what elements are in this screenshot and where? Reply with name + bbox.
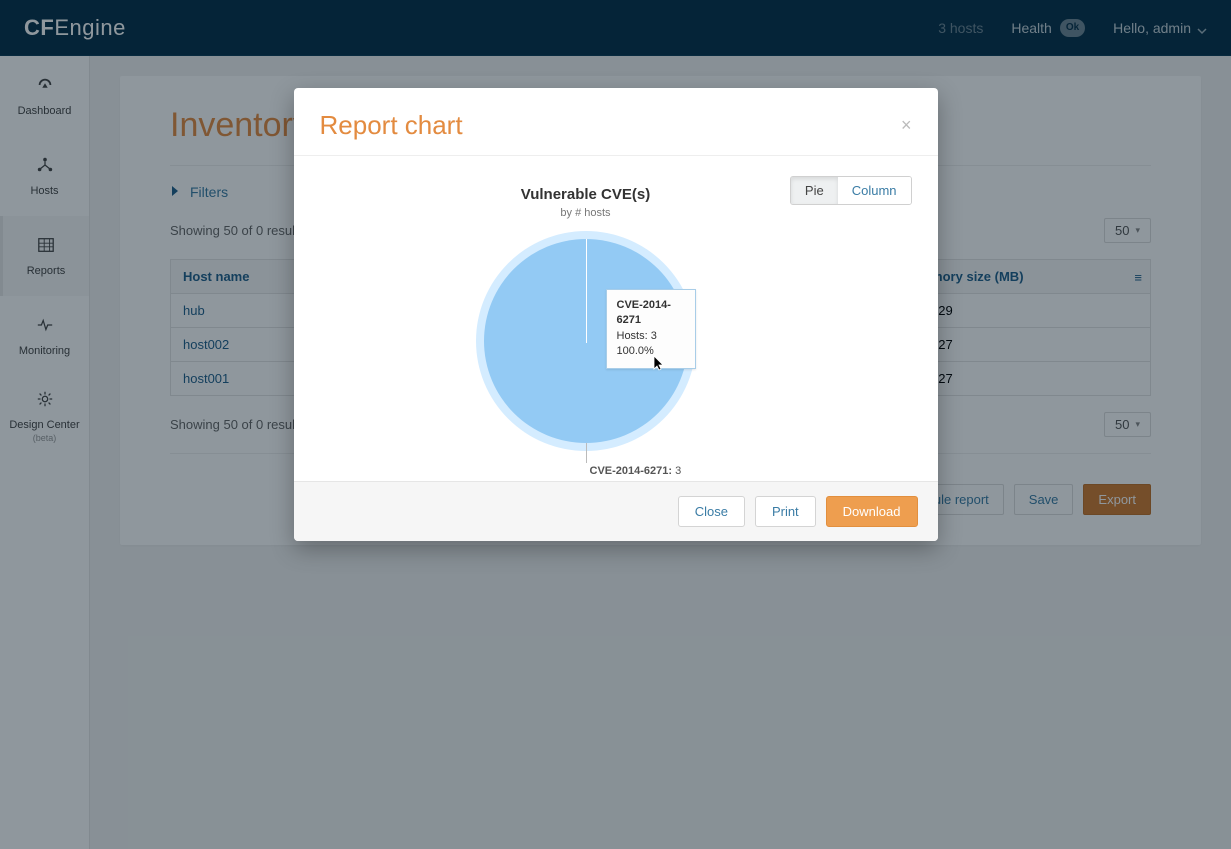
modal-footer: Close Print Download bbox=[294, 481, 938, 541]
chart-subtitle: by # hosts bbox=[560, 207, 610, 219]
modal-header: Report chart × bbox=[294, 88, 938, 156]
chart-wrap: Vulnerable CVE(s) by # hosts CVE-2014-62… bbox=[294, 186, 912, 451]
report-chart-modal: Report chart × Pie Column Vulnerable CVE… bbox=[294, 88, 938, 541]
modal-body: Pie Column Vulnerable CVE(s) by # hosts … bbox=[294, 156, 938, 481]
chart-title: Vulnerable CVE(s) bbox=[521, 186, 650, 203]
slice-label-val: 3 bbox=[672, 465, 681, 477]
tooltip-pct: 100.0% bbox=[617, 344, 685, 359]
chart-tooltip: CVE-2014-6271 Hosts: 3 100.0% bbox=[606, 289, 696, 369]
chart-tab-column[interactable]: Column bbox=[838, 177, 911, 204]
modal-overlay[interactable]: Report chart × Pie Column Vulnerable CVE… bbox=[0, 0, 1231, 849]
chart-type-toggle: Pie Column bbox=[790, 176, 912, 205]
pie-chart[interactable]: CVE-2014-6271 Hosts: 3 100.0% CVE-2014-6… bbox=[476, 231, 696, 451]
modal-title: Report chart bbox=[320, 110, 463, 141]
tooltip-title: CVE-2014-6271 bbox=[617, 298, 685, 329]
print-button[interactable]: Print bbox=[755, 496, 816, 527]
tooltip-hosts: Hosts: 3 bbox=[617, 329, 685, 344]
chart-tab-pie[interactable]: Pie bbox=[791, 177, 838, 204]
close-icon[interactable]: × bbox=[901, 115, 912, 136]
close-button[interactable]: Close bbox=[678, 496, 745, 527]
download-button[interactable]: Download bbox=[826, 496, 918, 527]
pie-start-line bbox=[586, 239, 587, 343]
pie-slice-label: CVE-2014-6271: 3 bbox=[590, 465, 682, 477]
leader-line bbox=[586, 443, 587, 463]
slice-label-name: CVE-2014-6271: bbox=[590, 465, 673, 477]
